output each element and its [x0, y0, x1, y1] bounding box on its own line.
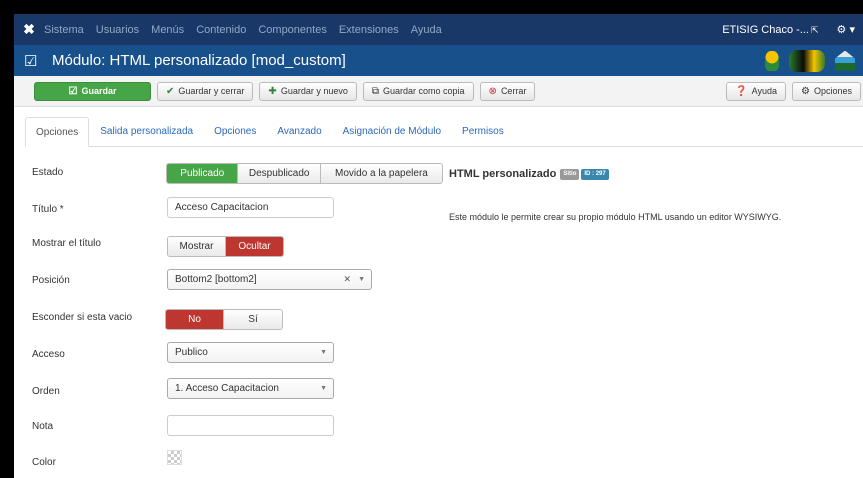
order-value: 1. Acceso Capacitacion	[175, 383, 279, 394]
estado-publicado[interactable]: Publicado	[167, 164, 239, 183]
help-icon: ❓	[735, 85, 748, 97]
window-frame-top	[0, 0, 863, 14]
estado-despublicado[interactable]: Despublicado	[238, 164, 321, 183]
access-select[interactable]: Publico ▼	[167, 342, 334, 363]
save-button[interactable]: ☑ Guardar	[34, 81, 151, 101]
position-select[interactable]: Bottom2 [bottom2] ✕ ▼	[167, 269, 372, 290]
estado-label: Estado	[32, 167, 64, 178]
tab-asignacion-modulo[interactable]: Asignación de Módulo	[333, 116, 451, 146]
tab-avanzado[interactable]: Avanzado	[267, 116, 331, 146]
module-type: HTML personalizado Sitio ID : 297	[449, 168, 609, 180]
module-type-name: HTML personalizado	[449, 168, 557, 180]
site-link[interactable]: ETISIG Chaco -... ⇱	[722, 24, 818, 36]
show-title-mostrar[interactable]: Mostrar	[168, 237, 226, 256]
title-input[interactable]: Acceso Capacitacion	[167, 197, 334, 218]
save-close-label: Guardar y cerrar	[178, 86, 245, 96]
plus-icon: ✚	[268, 85, 277, 97]
save-label: Guardar	[81, 86, 117, 96]
chevron-down-icon: ▼	[320, 385, 327, 392]
save-icon: ☑	[68, 85, 78, 97]
tab-opciones-2[interactable]: Opciones	[204, 116, 266, 146]
system-navbar: ✖ Sistema Usuarios Menús Contenido Compo…	[14, 14, 863, 45]
show-title-toggle: Mostrar Ocultar	[167, 236, 284, 257]
save-close-button[interactable]: ✔ Guardar y cerrar	[157, 81, 254, 101]
options-button[interactable]: ⚙ Opciones	[792, 81, 861, 101]
user-settings-icon[interactable]: ⚙ ▾	[837, 23, 855, 36]
help-label: Ayuda	[751, 86, 777, 96]
titulo-label: Título *	[32, 204, 64, 215]
external-link-icon: ⇱	[811, 24, 819, 35]
hide-empty-no[interactable]: No	[166, 310, 225, 329]
color-picker[interactable]	[167, 450, 182, 465]
note-input[interactable]	[167, 415, 334, 436]
access-value: Publico	[175, 347, 208, 358]
order-select[interactable]: 1. Acceso Capacitacion ▼	[167, 378, 334, 399]
chevron-down-icon: ▼	[358, 276, 365, 283]
check-icon: ✔	[166, 85, 175, 97]
nav-sistema[interactable]: Sistema	[44, 24, 84, 36]
tab-opciones[interactable]: Opciones	[25, 117, 90, 147]
copy-icon: ⧉	[371, 85, 379, 97]
chevron-down-icon: ▼	[320, 349, 327, 356]
estado-papelera[interactable]: Movido a la papelera	[320, 164, 442, 183]
color-label: Color	[32, 457, 56, 468]
cancel-icon: ⊗	[488, 85, 497, 97]
acceso-label: Acceso	[32, 349, 65, 360]
navbar-right: ETISIG Chaco -... ⇱ ⚙ ▾	[722, 23, 863, 37]
help-button[interactable]: ❓ Ayuda	[726, 81, 786, 101]
posicion-label: Posición	[32, 275, 70, 286]
show-title-ocultar[interactable]: Ocultar	[226, 237, 283, 256]
orden-label: Orden	[32, 386, 60, 397]
save-new-button[interactable]: ✚ Guardar y nuevo	[259, 81, 357, 101]
nav-usuarios[interactable]: Usuarios	[96, 24, 139, 36]
save-copy-label: Guardar como copia	[383, 86, 465, 96]
module-description: Este módulo le permite crear su propio m…	[449, 212, 782, 222]
hide-empty-toggle: No Sí	[165, 309, 283, 330]
building-logo	[835, 50, 855, 71]
estado-toggle: Publicado Despublicado Movido a la papel…	[166, 163, 443, 184]
page-title: Módulo: HTML personalizado [mod_custom]	[52, 52, 346, 69]
joomla-logo-icon[interactable]: ✖	[14, 21, 44, 38]
nav-componentes[interactable]: Componentes	[258, 24, 327, 36]
site-badge: Sitio	[560, 168, 580, 180]
mostrar-titulo-label: Mostrar el título	[32, 238, 101, 249]
position-value: Bottom2 [bottom2]	[175, 274, 257, 285]
nav-ayuda[interactable]: Ayuda	[411, 24, 442, 36]
nav-menus[interactable]: Menús	[151, 24, 184, 36]
checkbox-icon: ☑	[24, 52, 38, 70]
chaco-logo	[789, 49, 825, 72]
coat-of-arms-logo	[765, 50, 779, 71]
close-label: Cerrar	[500, 86, 527, 96]
save-new-label: Guardar y nuevo	[280, 86, 348, 96]
clear-icon[interactable]: ✕	[343, 274, 351, 285]
nav-contenido[interactable]: Contenido	[196, 24, 246, 36]
tab-bar: Opciones Salida personalizada Opciones A…	[25, 117, 863, 147]
nota-label: Nota	[32, 421, 54, 432]
save-copy-button[interactable]: ⧉ Guardar como copia	[362, 81, 474, 101]
nav-extensiones[interactable]: Extensiones	[339, 24, 399, 36]
id-badge: ID : 297	[581, 168, 609, 180]
toolbar-right: ❓ Ayuda ⚙ Opciones	[720, 81, 863, 101]
site-name: ETISIG Chaco -...	[722, 23, 809, 36]
esconder-label: Esconder si esta vacio	[32, 312, 133, 323]
toolbar: ☑ Guardar ✔ Guardar y cerrar ✚ Guardar y nu…	[14, 76, 863, 107]
tab-permisos[interactable]: Permisos	[452, 116, 514, 146]
window-frame-left	[0, 0, 14, 478]
page-header: ☑ Módulo: HTML personalizado [mod_custom…	[14, 45, 863, 76]
header-logos	[765, 49, 863, 72]
options-label: Opciones	[813, 86, 852, 96]
close-button[interactable]: ⊗ Cerrar	[479, 81, 536, 101]
tab-salida-personalizada[interactable]: Salida personalizada	[90, 116, 203, 146]
gear-icon: ⚙	[801, 85, 810, 97]
hide-empty-si[interactable]: Sí	[224, 310, 282, 329]
